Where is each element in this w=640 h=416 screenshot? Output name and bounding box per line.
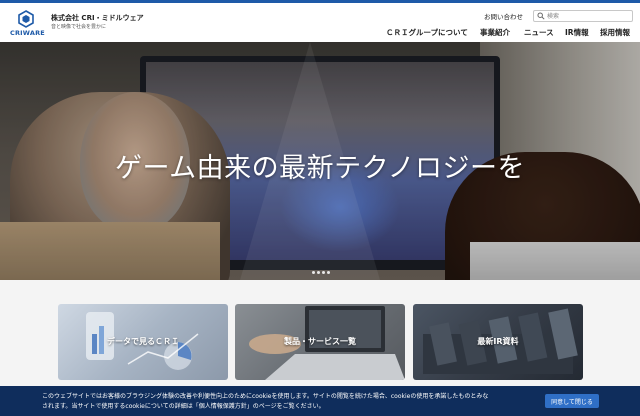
slider-dot-4[interactable] [327,271,330,274]
site-header: CRIWARE 株式会社 CRI・ミドルウェア 音と映像で社会を豊かに お問い合… [0,3,640,42]
slider-dot-2[interactable] [317,271,320,274]
card-label: 最新IR資料 [477,337,519,346]
search-input[interactable] [547,11,631,21]
hero-title: ゲーム由来の最新テクノロジーを [114,153,526,184]
card-label: データで見るＣＲＩ [107,337,179,346]
card-ir-materials[interactable]: 最新IR資料 [413,304,583,380]
card-data-cri[interactable]: データで見るＣＲＩ [58,304,228,380]
search-box[interactable] [533,10,633,22]
slider-dot-3[interactable] [322,271,325,274]
nav-item-ir[interactable]: IR情報 [565,27,589,38]
card-products[interactable]: 製品・サービス一覧 [235,304,405,380]
nav-item-business[interactable]: 事業紹介 [480,27,510,38]
cookie-accept-button[interactable]: 同意して閉じる [545,394,599,408]
card-label: 製品・サービス一覧 [284,337,356,346]
hero-slider[interactable]: ゲーム由来の最新テクノロジーを [0,42,640,280]
search-icon[interactable] [537,12,545,20]
cookie-banner: このウェブサイトではお客様のブラウジング体験の改善や利便性向上のためにcooki… [0,386,640,416]
nav-item-careers[interactable]: 採用情報 [600,27,630,38]
nav-item-news[interactable]: ニュース [524,27,554,38]
nav-item-about[interactable]: ＣＲＩグループについて [386,27,468,38]
main-nav: ＣＲＩグループについて 事業紹介 ニュース IR情報 採用情報 [0,27,640,39]
cookie-notice-text: このウェブサイトではお客様のブラウジング体験の改善や利便性向上のためにcooki… [42,393,489,410]
contact-link[interactable]: お問い合わせ [484,11,523,21]
company-name: 株式会社 CRI・ミドルウェア [51,14,144,22]
criware-logo-icon [18,10,34,28]
slider-dot-1[interactable] [312,271,315,274]
